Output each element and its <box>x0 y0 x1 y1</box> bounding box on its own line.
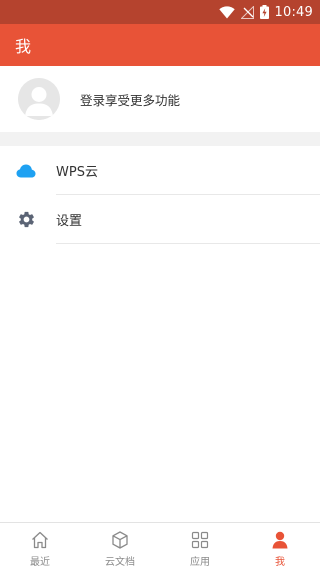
divider <box>56 243 320 244</box>
tab-label: 我 <box>275 557 285 568</box>
tab-label: 应用 <box>190 557 210 568</box>
app-bar: 我 <box>0 24 320 66</box>
battery-charging-icon <box>259 5 269 19</box>
tab-recent[interactable]: 最近 <box>0 523 80 570</box>
bottom-nav: 最近 云文档 应用 我 <box>0 522 320 570</box>
menu-list: WPS云 设置 <box>0 146 320 244</box>
tab-cloud-docs[interactable]: 云文档 <box>80 523 160 570</box>
home-icon <box>29 529 51 551</box>
grid-icon <box>189 529 211 551</box>
menu-item-label: 设置 <box>56 214 83 229</box>
menu-item-label: WPS云 <box>56 165 98 180</box>
menu-item-settings[interactable]: 设置 <box>0 195 320 244</box>
login-prompt[interactable]: 登录享受更多功能 <box>80 90 180 109</box>
tab-label: 最近 <box>30 557 50 568</box>
default-avatar-icon[interactable] <box>18 78 60 120</box>
page-title: 我 <box>15 37 32 56</box>
gear-icon <box>16 210 36 230</box>
screen: 10:49 我 登录享受更多功能 WPS云 设置 最近 云文档 应用 我 <box>0 0 320 570</box>
status-time: 10:49 <box>274 4 313 20</box>
tab-apps[interactable]: 应用 <box>160 523 240 570</box>
section-divider <box>0 132 320 146</box>
menu-item-wps-cloud[interactable]: WPS云 <box>0 146 320 195</box>
wifi-icon <box>218 5 235 19</box>
tab-label: 云文档 <box>105 557 135 568</box>
cube-icon <box>109 529 131 551</box>
cloud-icon <box>16 161 36 181</box>
login-row[interactable]: 登录享受更多功能 <box>0 66 320 132</box>
no-signal-icon <box>240 5 254 19</box>
person-icon <box>269 529 291 551</box>
status-bar: 10:49 <box>0 0 320 24</box>
tab-me[interactable]: 我 <box>240 523 320 570</box>
